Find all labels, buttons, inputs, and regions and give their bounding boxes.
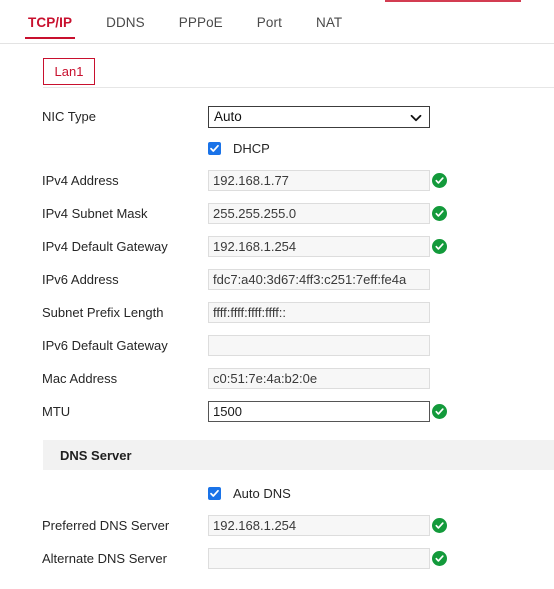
subnet-prefix-length-input: ffff:ffff:ffff:ffff::: [208, 302, 430, 323]
tcpip-form: NIC Type Auto DHCP IPv4 Address 192.168.1…: [0, 100, 554, 575]
mtu-valid-icon: [432, 404, 447, 419]
dhcp-label: DHCP: [233, 141, 270, 156]
network-fields: IPv4 Address 192.168.1.77 IPv4 Subnet Mask…: [0, 164, 554, 428]
ipv6-address-label: IPv6 Address: [42, 272, 119, 287]
check-icon: [210, 144, 219, 152]
ipv4-default-gateway-label: IPv4 Default Gateway: [42, 239, 168, 254]
ipv6-default-gateway-row: IPv6 Default Gateway: [0, 329, 554, 362]
ipv4-address-valid-icon: [432, 173, 447, 188]
ipv6-address-row: IPv6 Address fdc7:a40:3d67:4ff3:c251:7eff…: [0, 263, 554, 296]
tab-bar: TCP/IP DDNS PPPoE Port NAT: [0, 11, 554, 44]
lan-selector-row: Lan1: [0, 58, 554, 88]
check-icon: [435, 522, 444, 529]
check-icon: [435, 243, 444, 250]
tab-list: TCP/IP DDNS PPPoE Port NAT: [0, 11, 554, 43]
dns-fields: Preferred DNS Server 192.168.1.254 Alterna…: [0, 509, 554, 575]
ipv6-default-gateway-label: IPv6 Default Gateway: [42, 338, 168, 353]
ipv4-subnet-mask-valid-icon: [432, 206, 447, 221]
auto-dns-row: Auto DNS: [0, 478, 554, 509]
ipv4-address-input: 192.168.1.77: [208, 170, 430, 191]
top-accent-bar: [0, 0, 554, 3]
ipv4-default-gateway-valid-icon: [432, 239, 447, 254]
check-icon: [435, 177, 444, 184]
ipv4-default-gateway-row: IPv4 Default Gateway 192.168.1.254: [0, 230, 554, 263]
subnet-prefix-length-label: Subnet Prefix Length: [42, 305, 164, 320]
ipv6-address-value: fdc7:a40:3d67:4ff3:c251:7eff:fe4a: [213, 272, 407, 287]
ipv4-subnet-mask-value: 255.255.255.0: [213, 206, 297, 221]
ipv4-subnet-mask-input: 255.255.255.0: [208, 203, 430, 224]
preferred-dns-server-input: 192.168.1.254: [208, 515, 430, 536]
ipv4-subnet-mask-row: IPv4 Subnet Mask 255.255.255.0: [0, 197, 554, 230]
ipv4-address-value: 192.168.1.77: [213, 173, 289, 188]
dhcp-row: DHCP: [0, 133, 554, 164]
tab-port[interactable]: Port: [257, 11, 282, 38]
check-icon: [210, 489, 219, 497]
alternate-dns-server-label: Alternate DNS Server: [42, 551, 167, 566]
mtu-value: 1500: [213, 404, 242, 419]
dhcp-checkbox[interactable]: [208, 142, 221, 155]
dns-spacer: [0, 470, 554, 478]
lan1-button[interactable]: Lan1: [43, 58, 95, 85]
tab-pppoe[interactable]: PPPoE: [179, 11, 223, 38]
ipv6-address-input: fdc7:a40:3d67:4ff3:c251:7eff:fe4a: [208, 269, 430, 290]
tab-nat[interactable]: NAT: [316, 11, 342, 38]
mtu-row: MTU 1500: [0, 395, 554, 428]
ipv4-address-row: IPv4 Address 192.168.1.77: [0, 164, 554, 197]
mtu-label: MTU: [42, 404, 71, 419]
nic-type-select[interactable]: Auto: [208, 105, 430, 128]
mac-address-value: c0:51:7e:4a:b2:0e: [213, 371, 318, 386]
preferred-dns-server-label: Preferred DNS Server: [42, 518, 170, 533]
lan-selector-underline: [43, 87, 554, 88]
auto-dns-label: Auto DNS: [233, 486, 291, 501]
ipv4-default-gateway-input: 192.168.1.254: [208, 236, 430, 257]
ipv4-address-label: IPv4 Address: [42, 173, 119, 188]
preferred-dns-server-valid-icon: [432, 518, 447, 533]
check-icon: [435, 555, 444, 562]
preferred-dns-server-value: 192.168.1.254: [213, 518, 297, 533]
subnet-prefix-length-value: ffff:ffff:ffff:ffff::: [213, 305, 287, 320]
mac-address-input: c0:51:7e:4a:b2:0e: [208, 368, 430, 389]
dns-server-section-header: DNS Server: [43, 440, 554, 470]
ipv4-subnet-mask-label: IPv4 Subnet Mask: [42, 206, 148, 221]
nic-type-selected-value: Auto: [214, 108, 242, 124]
preferred-dns-server-row: Preferred DNS Server 192.168.1.254: [0, 509, 554, 542]
chevron-down-icon: [410, 111, 422, 123]
tab-ddns[interactable]: DDNS: [106, 11, 145, 38]
check-icon: [435, 408, 444, 415]
nic-type-label: NIC Type: [42, 109, 96, 124]
tab-tcp-ip[interactable]: TCP/IP: [24, 11, 76, 39]
auto-dns-checkbox[interactable]: [208, 487, 221, 500]
top-accent-segment: [385, 0, 521, 2]
nic-type-row: NIC Type Auto: [0, 100, 554, 133]
alternate-dns-server-row: Alternate DNS Server: [0, 542, 554, 575]
alternate-dns-server-input: [208, 548, 430, 569]
ipv6-default-gateway-input: [208, 335, 430, 356]
ipv4-default-gateway-value: 192.168.1.254: [213, 239, 297, 254]
dns-server-title: DNS Server: [60, 447, 132, 463]
subnet-prefix-length-row: Subnet Prefix Length ffff:ffff:ffff:ffff:…: [0, 296, 554, 329]
mtu-input[interactable]: 1500: [208, 401, 430, 422]
mac-address-row: Mac Address c0:51:7e:4a:b2:0e: [0, 362, 554, 395]
mac-address-label: Mac Address: [42, 371, 118, 386]
check-icon: [435, 210, 444, 217]
alternate-dns-server-valid-icon: [432, 551, 447, 566]
